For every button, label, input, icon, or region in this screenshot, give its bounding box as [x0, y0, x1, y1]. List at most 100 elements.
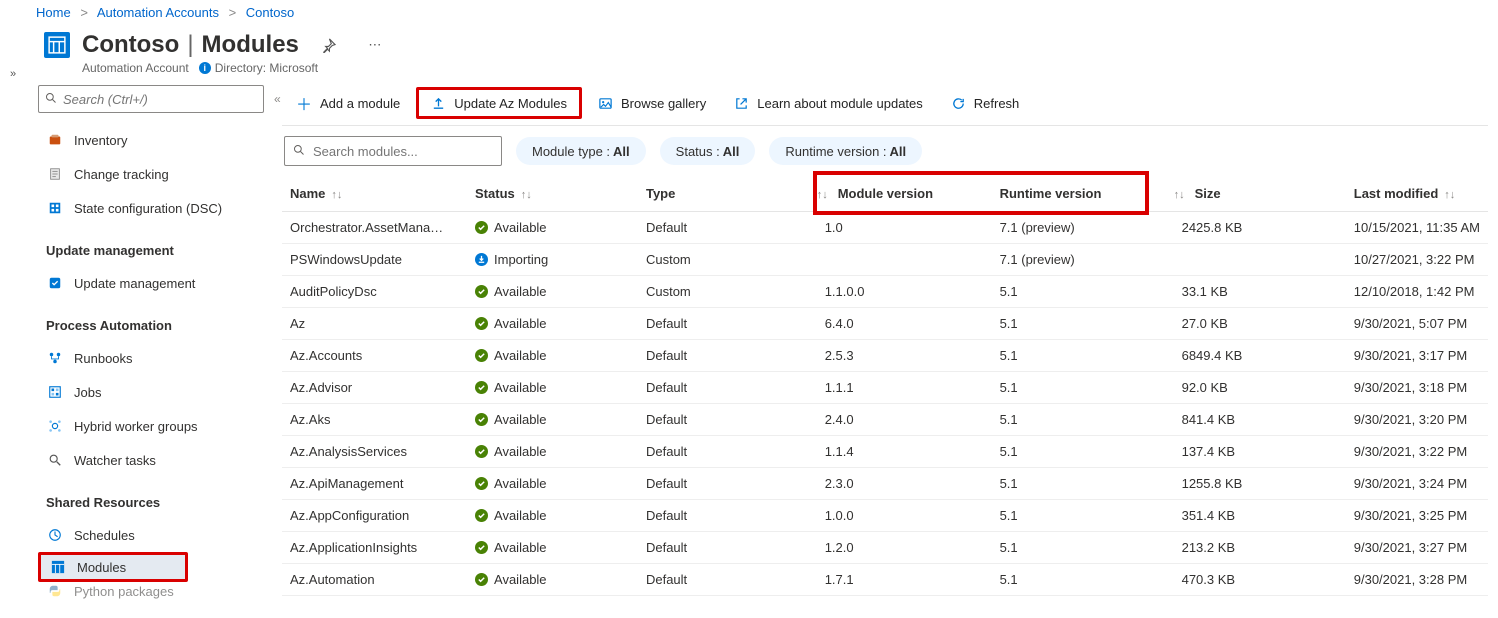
cell-size: 92.0 KB — [1174, 372, 1346, 404]
col-runtime-version[interactable]: Runtime version — [992, 176, 1174, 212]
update-az-modules-button[interactable]: Update Az Modules — [416, 87, 582, 119]
status-ok-icon — [475, 317, 488, 330]
col-name[interactable]: Name↑↓ — [282, 176, 467, 212]
search-icon — [45, 92, 57, 107]
more-button[interactable]: ⋯ — [359, 29, 391, 61]
refresh-button[interactable]: Refresh — [939, 87, 1032, 119]
cell-last-modified: 9/30/2021, 5:07 PM — [1346, 308, 1488, 340]
status-ok-icon — [475, 221, 488, 234]
sidebar-item-watcher-tasks[interactable]: Watcher tasks — [38, 443, 282, 477]
cell-type: Default — [638, 532, 817, 564]
table-row[interactable]: Az.AdvisorAvailableDefault1.1.15.192.0 K… — [282, 372, 1488, 404]
col-status[interactable]: Status↑↓ — [467, 176, 638, 212]
table-row[interactable]: Az.ApplicationInsightsAvailableDefault1.… — [282, 532, 1488, 564]
table-row[interactable]: PSWindowsUpdateImportingCustom7.1 (previ… — [282, 244, 1488, 276]
page-title-main: Contoso — [82, 31, 179, 59]
cell-name: Az.AnalysisServices — [282, 436, 467, 468]
cell-name: Az.ApplicationInsights — [282, 532, 467, 564]
cell-size: 351.4 KB — [1174, 500, 1346, 532]
sidebar-item-python-packages[interactable]: Python packages — [38, 582, 282, 600]
sidebar-header-shared: Shared Resources — [38, 477, 282, 518]
toolbar-label: Refresh — [974, 96, 1020, 111]
cell-last-modified: 9/30/2021, 3:24 PM — [1346, 468, 1488, 500]
search-modules[interactable] — [284, 136, 502, 166]
sidebar-item-inventory[interactable]: Inventory — [38, 123, 282, 157]
cell-type: Default — [638, 340, 817, 372]
breadcrumb-contoso[interactable]: Contoso — [246, 5, 294, 20]
cell-last-modified: 10/15/2021, 11:35 AM — [1346, 212, 1488, 244]
learn-about-updates-button[interactable]: Learn about module updates — [722, 87, 935, 119]
sidebar: « InventoryChange trackingState configur… — [0, 81, 282, 600]
table-row[interactable]: Az.AppConfigurationAvailableDefault1.0.0… — [282, 500, 1488, 532]
toolbar-label: Learn about module updates — [757, 96, 923, 111]
cell-status: Available — [467, 564, 638, 596]
status-ok-icon — [475, 573, 488, 586]
cell-module-version — [817, 244, 992, 276]
external-link-icon — [734, 96, 749, 111]
subtitle-left: Automation Account — [82, 61, 189, 75]
cell-last-modified: 9/30/2021, 3:17 PM — [1346, 340, 1488, 372]
state-configuration-dsc--icon — [46, 201, 64, 215]
toolbar-label: Browse gallery — [621, 96, 706, 111]
cell-type: Custom — [638, 276, 817, 308]
cell-status: Available — [467, 404, 638, 436]
cell-size: 33.1 KB — [1174, 276, 1346, 308]
breadcrumb-home[interactable]: Home — [36, 5, 71, 20]
status-ok-icon — [475, 509, 488, 522]
sidebar-item-jobs[interactable]: Jobs — [38, 375, 282, 409]
sidebar-item-label: Modules — [77, 560, 126, 575]
add-module-button[interactable]: ＋ Add a module — [284, 87, 412, 119]
col-module-version[interactable]: ↑↓Module version — [817, 176, 992, 212]
clock-icon — [46, 528, 64, 542]
table-row[interactable]: Orchestrator.AssetMana…AvailableDefault1… — [282, 212, 1488, 244]
cell-type: Default — [638, 372, 817, 404]
cell-type: Default — [638, 468, 817, 500]
inventory-icon — [46, 133, 64, 147]
sidebar-item-update-management[interactable]: Update management — [38, 266, 282, 300]
sidebar-item-modules[interactable]: Modules — [38, 552, 188, 582]
cell-runtime-version: 5.1 — [992, 404, 1174, 436]
collapse-sidebar-icon[interactable]: « — [274, 92, 281, 106]
search-modules-input[interactable] — [311, 143, 493, 160]
sidebar-item-schedules[interactable]: Schedules — [38, 518, 282, 552]
col-last-modified[interactable]: Last modified↑↓ — [1346, 176, 1488, 212]
filter-status[interactable]: Status : All — [660, 137, 756, 165]
sidebar-item-runbooks[interactable]: Runbooks — [38, 341, 282, 375]
cell-name: Az.Accounts — [282, 340, 467, 372]
status-ok-icon — [475, 541, 488, 554]
sidebar-item-label: Runbooks — [74, 351, 133, 366]
table-row[interactable]: Az.AutomationAvailableDefault1.7.15.1470… — [282, 564, 1488, 596]
cell-name: Az.Automation — [282, 564, 467, 596]
cell-last-modified: 9/30/2021, 3:25 PM — [1346, 500, 1488, 532]
table-row[interactable]: Az.AksAvailableDefault2.4.05.1841.4 KB9/… — [282, 404, 1488, 436]
cell-last-modified: 9/30/2021, 3:20 PM — [1346, 404, 1488, 436]
expand-nav-icon[interactable]: » — [7, 65, 19, 83]
filter-module-type[interactable]: Module type : All — [516, 137, 646, 165]
table-row[interactable]: Az.ApiManagementAvailableDefault2.3.05.1… — [282, 468, 1488, 500]
sidebar-item-change-tracking[interactable]: Change tracking — [38, 157, 282, 191]
col-size[interactable]: ↑↓Size — [1174, 176, 1346, 212]
table-row[interactable]: Az.AnalysisServicesAvailableDefault1.1.4… — [282, 436, 1488, 468]
col-type[interactable]: Type — [638, 176, 817, 212]
sidebar-search-input[interactable] — [61, 91, 257, 108]
sidebar-item-hybrid-worker-groups[interactable]: Hybrid worker groups — [38, 409, 282, 443]
filter-runtime-version[interactable]: Runtime version : All — [769, 137, 922, 165]
table-row[interactable]: Az.AccountsAvailableDefault2.5.35.16849.… — [282, 340, 1488, 372]
cell-runtime-version: 7.1 (preview) — [992, 212, 1174, 244]
cell-module-version: 1.2.0 — [817, 532, 992, 564]
cell-last-modified: 9/30/2021, 3:18 PM — [1346, 372, 1488, 404]
table-row[interactable]: AzAvailableDefault6.4.05.127.0 KB9/30/20… — [282, 308, 1488, 340]
status-ok-icon — [475, 413, 488, 426]
module-icon — [49, 560, 67, 574]
browse-gallery-button[interactable]: Browse gallery — [586, 87, 718, 119]
sidebar-search[interactable] — [38, 85, 264, 113]
breadcrumb-automation-accounts[interactable]: Automation Accounts — [97, 5, 219, 20]
cell-name: Az.Advisor — [282, 372, 467, 404]
pin-button[interactable] — [313, 29, 345, 61]
status-ok-icon — [475, 477, 488, 490]
cell-size: 841.4 KB — [1174, 404, 1346, 436]
page-title-row: Contoso | Modules ⋯ — [0, 25, 1498, 61]
sidebar-item-state-configuration-dsc-[interactable]: State configuration (DSC) — [38, 191, 282, 225]
table-row[interactable]: AuditPolicyDscAvailableCustom1.1.0.05.13… — [282, 276, 1488, 308]
cell-type: Default — [638, 564, 817, 596]
